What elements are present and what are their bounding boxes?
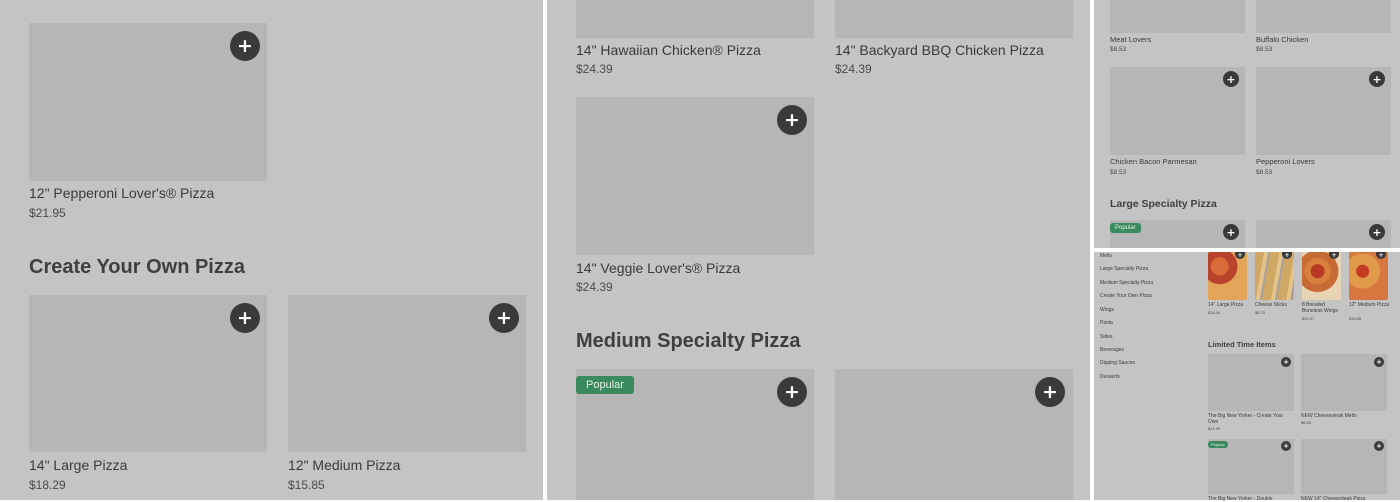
item-price: $8.53: [1110, 169, 1127, 176]
plus-icon: +: [1226, 72, 1236, 86]
nav-item-melts[interactable]: Melts: [1100, 253, 1112, 259]
add-item-button[interactable]: +: [1223, 71, 1239, 87]
item-price: $24.39: [576, 280, 613, 294]
plus-icon: +: [237, 34, 253, 57]
item-name[interactable]: Cheese Sticks: [1255, 302, 1297, 308]
section-title: Create Your Own Pizza: [29, 256, 245, 278]
item-price: $8.53: [1256, 46, 1273, 53]
nav-item-wings[interactable]: Wings: [1100, 307, 1114, 313]
plus-icon: +: [1237, 251, 1243, 259]
item-image[interactable]: [1255, 252, 1294, 300]
item-name[interactable]: NEW Cheesesteak Melts: [1301, 413, 1387, 419]
item-name[interactable]: The Big New Yorker - Create Your Own: [1208, 413, 1294, 425]
item-image-placeholder[interactable]: [576, 0, 814, 38]
item-name[interactable]: Chicken Bacon Parmesan: [1110, 157, 1197, 166]
item-price: $8.75: [1255, 310, 1266, 315]
nav-item-sides[interactable]: Sides: [1100, 334, 1113, 340]
plus-icon: +: [237, 306, 253, 329]
item-price: $21.95: [29, 206, 66, 220]
section-title: Limited Time Items: [1208, 340, 1276, 349]
item-image[interactable]: [1349, 252, 1388, 300]
nav-item-medium-specialty-pizza[interactable]: Medium Specialty Pizza: [1100, 280, 1153, 286]
item-price: $8.53: [1301, 420, 1312, 425]
plus-icon: +: [1226, 225, 1236, 239]
plus-icon: +: [1042, 380, 1058, 403]
item-price: $21.99: [1208, 426, 1221, 431]
item-name[interactable]: Pepperoni Lovers: [1256, 157, 1315, 166]
plus-icon: +: [1283, 441, 1289, 450]
item-name[interactable]: 14" Backyard BBQ Chicken Pizza: [835, 42, 1044, 58]
item-image-placeholder[interactable]: [1256, 0, 1391, 33]
item-name[interactable]: 12" Medium Pizza: [288, 457, 400, 473]
add-item-button[interactable]: +: [777, 105, 807, 135]
item-name[interactable]: 12" Medium Pizza: [1349, 302, 1391, 308]
add-item-button[interactable]: +: [230, 31, 260, 61]
item-image-placeholder[interactable]: [1110, 0, 1245, 33]
nav-item-desserts[interactable]: Desserts: [1100, 374, 1120, 380]
item-name[interactable]: NEW 14" Cheesesteak Pizza: [1301, 496, 1387, 502]
item-image[interactable]: [1208, 252, 1247, 300]
nav-item-create-your-own-pizza[interactable]: Create Your Own Pizza: [1100, 293, 1152, 299]
nav-item-beverages[interactable]: Beverages: [1100, 347, 1124, 353]
nav-item-pasta[interactable]: Pasta: [1100, 320, 1113, 326]
item-price: $24.39: [835, 62, 872, 76]
item-price: $24.39: [576, 62, 613, 76]
add-item-button[interactable]: +: [1369, 71, 1385, 87]
plus-icon: +: [1331, 251, 1337, 259]
section-title: Medium Specialty Pizza: [576, 330, 801, 352]
item-image-placeholder[interactable]: [835, 0, 1073, 38]
item-price: $15.85: [1349, 316, 1362, 321]
plus-icon: +: [1372, 72, 1382, 86]
add-item-button[interactable]: +: [1281, 357, 1291, 367]
item-price: $18.29: [1208, 310, 1221, 315]
menu-panel-1: + 12" Pepperoni Lover's® Pizza $21.95 Cr…: [0, 0, 543, 500]
item-price: $18.29: [29, 478, 66, 492]
add-item-button[interactable]: +: [1369, 224, 1385, 240]
item-price: $8.53: [1256, 169, 1273, 176]
item-name[interactable]: 14" Large Pizza: [1208, 302, 1250, 308]
menu-panel-2: 14" Hawaiian Chicken® Pizza $24.39 14" B…: [547, 0, 1090, 500]
item-image[interactable]: [1302, 252, 1341, 300]
add-item-button[interactable]: +: [1035, 377, 1065, 407]
plus-icon: +: [784, 108, 800, 131]
menu-panel-3: Meat Lovers $8.53 Buffalo Chicken $8.53 …: [1094, 0, 1400, 248]
popular-badge: Popular: [1208, 441, 1228, 448]
add-item-button[interactable]: +: [230, 303, 260, 333]
plus-icon: +: [1283, 357, 1289, 366]
plus-icon: +: [1284, 251, 1290, 259]
add-item-button[interactable]: +: [1281, 441, 1291, 451]
plus-icon: +: [1372, 225, 1382, 239]
popular-badge: Popular: [576, 376, 634, 394]
add-item-button[interactable]: +: [489, 303, 519, 333]
add-item-button[interactable]: +: [1374, 441, 1384, 451]
section-title: Large Specialty Pizza: [1110, 198, 1217, 210]
item-price: $10.97: [1302, 316, 1315, 321]
plus-icon: +: [1376, 357, 1382, 366]
item-name[interactable]: 14" Hawaiian Chicken® Pizza: [576, 42, 761, 58]
add-item-button[interactable]: +: [1223, 224, 1239, 240]
plus-icon: +: [784, 380, 800, 403]
plus-icon: +: [496, 306, 512, 329]
item-name[interactable]: 12" Pepperoni Lover's® Pizza: [29, 185, 214, 201]
item-price: $8.53: [1110, 46, 1127, 53]
plus-icon: +: [1376, 441, 1382, 450]
item-name[interactable]: 14" Large Pizza: [29, 457, 127, 473]
nav-item-dipping-sauces[interactable]: Dipping Sauces: [1100, 360, 1135, 366]
plus-icon: +: [1378, 251, 1384, 259]
item-name[interactable]: 14" Veggie Lover's® Pizza: [576, 260, 740, 276]
add-item-button[interactable]: +: [777, 377, 807, 407]
item-name[interactable]: Buffalo Chicken: [1256, 35, 1308, 44]
item-price: $15.85: [288, 478, 325, 492]
item-name[interactable]: 8 Breaded Boneless Wings: [1302, 302, 1344, 314]
popular-badge: Popular: [1110, 223, 1141, 233]
add-item-button[interactable]: +: [1374, 357, 1384, 367]
item-name[interactable]: Meat Lovers: [1110, 35, 1151, 44]
nav-item-large-specialty-pizza[interactable]: Large Specialty Pizza: [1100, 266, 1148, 272]
item-name[interactable]: The Big New Yorker - Double: [1208, 496, 1294, 502]
